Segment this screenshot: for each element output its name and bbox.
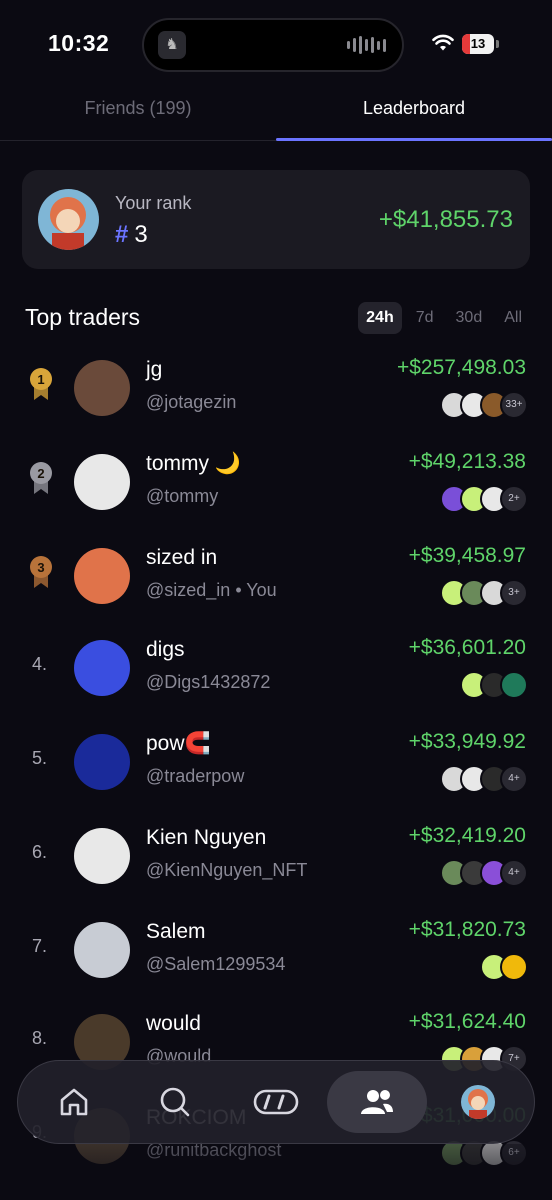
trader-row[interactable]: 2 tommy 🌙 @tommy +$49,213.38 2+ bbox=[0, 436, 552, 526]
more-tokens-badge: 3+ bbox=[500, 579, 528, 607]
search-icon bbox=[160, 1087, 190, 1117]
nav-search[interactable] bbox=[125, 1071, 225, 1133]
trader-handle: @tommy bbox=[146, 486, 219, 506]
token-holdings: 4+ bbox=[440, 765, 528, 793]
trader-row[interactable]: 7. Salem @Salem1299534 +$31,820.73 bbox=[0, 904, 552, 994]
svg-text:2: 2 bbox=[37, 466, 44, 481]
trader-name: sized in bbox=[146, 546, 218, 569]
trader-handle: @traderpow bbox=[146, 766, 245, 786]
trader-row[interactable]: 5. pow🧲 @traderpow +$33,949.92 4+ bbox=[0, 716, 552, 806]
avatar bbox=[74, 828, 130, 884]
rank-number: 7. bbox=[32, 936, 48, 956]
filter-24h[interactable]: 24h bbox=[358, 302, 402, 334]
battery-icon: 13 bbox=[462, 34, 494, 54]
more-tokens-badge: 33+ bbox=[500, 391, 528, 419]
nav-profile[interactable] bbox=[428, 1071, 528, 1133]
avatar bbox=[74, 734, 130, 790]
wifi-icon bbox=[432, 34, 454, 51]
avatar bbox=[38, 189, 99, 250]
section-title: Top traders bbox=[25, 304, 141, 330]
trader-pnl: +$36,601.20 bbox=[408, 636, 526, 659]
tab-leaderboard[interactable]: Leaderboard bbox=[276, 98, 552, 119]
battery-nub bbox=[496, 40, 499, 48]
token-holdings bbox=[460, 671, 528, 699]
trade-icon bbox=[253, 1089, 299, 1115]
app-icon: ♞ bbox=[158, 31, 186, 59]
token-holdings bbox=[480, 953, 528, 981]
tab-bar: Friends (199) Leaderboard bbox=[0, 88, 552, 141]
status-bar: 10:32 ♞ 13 bbox=[0, 0, 552, 90]
nav-trade[interactable] bbox=[226, 1071, 326, 1133]
active-tab-indicator bbox=[276, 138, 552, 141]
trader-name: pow🧲 bbox=[146, 732, 211, 755]
more-tokens-badge: 4+ bbox=[500, 765, 528, 793]
avatar bbox=[74, 548, 130, 604]
rank-hash: # bbox=[115, 221, 129, 248]
token-holdings: 3+ bbox=[440, 579, 528, 607]
nav-friends[interactable] bbox=[327, 1071, 427, 1133]
rank-number: 8. bbox=[32, 1028, 48, 1048]
avatar bbox=[74, 922, 130, 978]
trader-handle: @Salem1299534 bbox=[146, 954, 286, 974]
trader-pnl: +$32,419.20 bbox=[408, 824, 526, 847]
trader-name: digs bbox=[146, 638, 185, 661]
trader-pnl: +$257,498.03 bbox=[396, 356, 526, 379]
rank-number: 6. bbox=[32, 842, 48, 862]
filter-30d[interactable]: 30d bbox=[448, 302, 491, 334]
bottom-fade bbox=[0, 1144, 552, 1200]
token-holdings: 2+ bbox=[440, 485, 528, 513]
trader-name: Salem bbox=[146, 920, 206, 943]
trader-handle: @Digs1432872 bbox=[146, 672, 271, 692]
your-rank-card[interactable]: Your rank #3 +$41,855.73 bbox=[22, 170, 530, 269]
silver-medal-icon: 2 bbox=[30, 462, 52, 494]
trader-handle: @jotagezin bbox=[146, 392, 237, 412]
more-tokens-badge: 4+ bbox=[500, 859, 528, 887]
trader-row[interactable]: 6. Kien Nguyen @KienNguyen_NFT +$32,419.… bbox=[0, 810, 552, 900]
profile-avatar bbox=[461, 1085, 495, 1119]
trader-name: tommy 🌙 bbox=[146, 452, 241, 475]
svg-text:1: 1 bbox=[37, 372, 44, 387]
trader-handle: @sized_in • You bbox=[146, 580, 277, 600]
status-time: 10:32 bbox=[48, 30, 110, 56]
trader-row[interactable]: 4. digs @Digs1432872 +$36,601.20 bbox=[0, 622, 552, 712]
avatar bbox=[74, 454, 130, 510]
time-filter: 24h 7d 30d All bbox=[358, 302, 530, 334]
trader-name: Kien Nguyen bbox=[146, 826, 267, 849]
token-icon bbox=[500, 953, 528, 981]
avatar bbox=[74, 360, 130, 416]
trader-pnl: +$33,949.92 bbox=[408, 730, 526, 753]
gold-medal-icon: 1 bbox=[30, 368, 52, 400]
nav-home[interactable] bbox=[24, 1071, 124, 1133]
bronze-medal-icon: 3 bbox=[30, 556, 52, 588]
trader-pnl: +$39,458.97 bbox=[408, 544, 526, 567]
rank-number: 5. bbox=[32, 748, 48, 768]
token-holdings: 4+ bbox=[440, 859, 528, 887]
trader-pnl: +$49,213.38 bbox=[408, 450, 526, 473]
trader-pnl: +$31,820.73 bbox=[408, 918, 526, 941]
rank-number: 4. bbox=[32, 654, 48, 674]
dynamic-island: ♞ bbox=[142, 18, 404, 72]
audio-wave-icon bbox=[347, 34, 386, 56]
filter-all[interactable]: All bbox=[496, 302, 530, 334]
token-icon bbox=[500, 671, 528, 699]
trader-handle: @KienNguyen_NFT bbox=[146, 860, 308, 880]
your-rank-value: #3 bbox=[115, 221, 148, 249]
trader-pnl: +$31,624.40 bbox=[408, 1010, 526, 1033]
svg-text:3: 3 bbox=[37, 560, 44, 575]
trader-row[interactable]: 3 sized in @sized_in • You +$39,458.97 3… bbox=[0, 530, 552, 620]
trader-name: jg bbox=[146, 358, 163, 381]
avatar bbox=[74, 640, 130, 696]
home-icon bbox=[60, 1088, 88, 1116]
your-rank-label: Your rank bbox=[115, 193, 192, 213]
bottom-nav bbox=[17, 1060, 535, 1144]
friends-icon bbox=[361, 1090, 393, 1114]
trader-row[interactable]: 1 jg @jotagezin +$257,498.03 33+ bbox=[0, 342, 552, 432]
tab-friends[interactable]: Friends (199) bbox=[0, 98, 276, 119]
your-rank-pnl: +$41,855.73 bbox=[378, 206, 513, 233]
trader-name: would bbox=[146, 1012, 201, 1035]
token-holdings: 33+ bbox=[440, 391, 528, 419]
filter-7d[interactable]: 7d bbox=[408, 302, 442, 334]
more-tokens-badge: 2+ bbox=[500, 485, 528, 513]
rank-number: 3 bbox=[134, 221, 148, 248]
